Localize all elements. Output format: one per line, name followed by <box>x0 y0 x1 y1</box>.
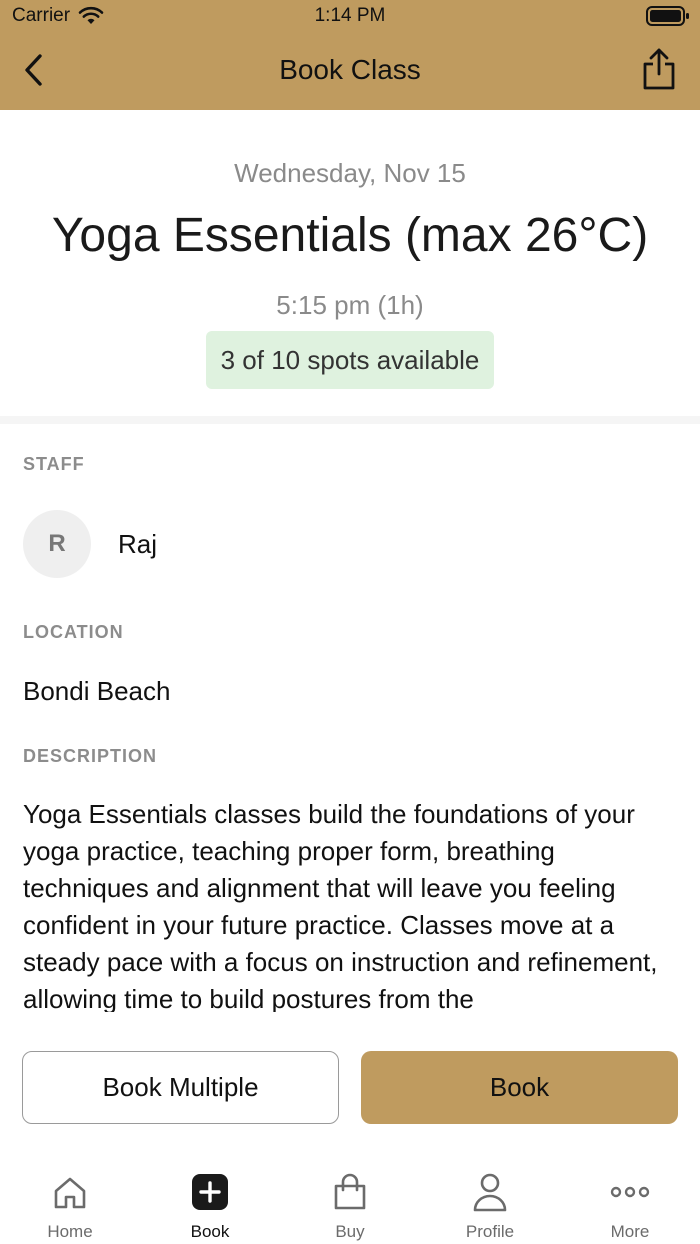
tab-home[interactable]: Home <box>0 1158 140 1244</box>
status-bar: Carrier 1:14 PM <box>0 0 700 32</box>
avatar: R <box>23 510 91 578</box>
tab-home-label: Home <box>47 1222 93 1241</box>
staff-section-label: STAFF <box>23 454 85 474</box>
battery-icon <box>646 6 689 26</box>
class-date: Wednesday, Nov 15 <box>234 158 466 188</box>
class-header: Wednesday, Nov 15 Yoga Essentials (max 2… <box>0 110 700 416</box>
person-icon <box>473 1173 507 1212</box>
tab-book-label: Book <box>190 1222 230 1241</box>
spots-available-badge: 3 of 10 spots available <box>206 331 494 389</box>
share-icon <box>643 48 675 90</box>
plus-square-icon <box>192 1174 228 1210</box>
class-time: 5:15 pm (1h) <box>276 290 424 320</box>
home-icon <box>54 1177 86 1209</box>
book-button[interactable]: Book <box>361 1051 678 1124</box>
location-name: Bondi Beach <box>23 676 171 706</box>
tab-buy-label: Buy <box>335 1222 365 1241</box>
book-multiple-button[interactable]: Book Multiple <box>22 1051 339 1124</box>
shopping-bag-icon <box>334 1173 366 1210</box>
tab-more[interactable]: More <box>560 1158 700 1244</box>
class-name: Yoga Essentials (max 26°C) <box>51 209 649 262</box>
page-title: Book Class <box>279 54 421 85</box>
tab-book[interactable]: Book <box>140 1158 280 1244</box>
tab-profile-label: Profile <box>465 1222 515 1241</box>
section-divider <box>0 416 700 424</box>
class-description: Yoga Essentials classes build the founda… <box>23 799 658 1012</box>
tab-bar: Home Book Buy Profile More <box>0 1158 700 1244</box>
location-section-label: LOCATION <box>23 622 124 642</box>
status-time: 1:14 PM <box>314 5 386 26</box>
navigation-bar: Book Class <box>0 32 700 110</box>
staff-name[interactable]: Raj <box>118 529 157 560</box>
description-section-label: DESCRIPTION <box>23 746 158 766</box>
more-dots-icon <box>610 1186 650 1198</box>
share-button[interactable] <box>638 46 680 92</box>
tab-buy[interactable]: Buy <box>280 1158 420 1244</box>
tab-more-label: More <box>610 1222 650 1241</box>
tab-profile[interactable]: Profile <box>420 1158 560 1244</box>
